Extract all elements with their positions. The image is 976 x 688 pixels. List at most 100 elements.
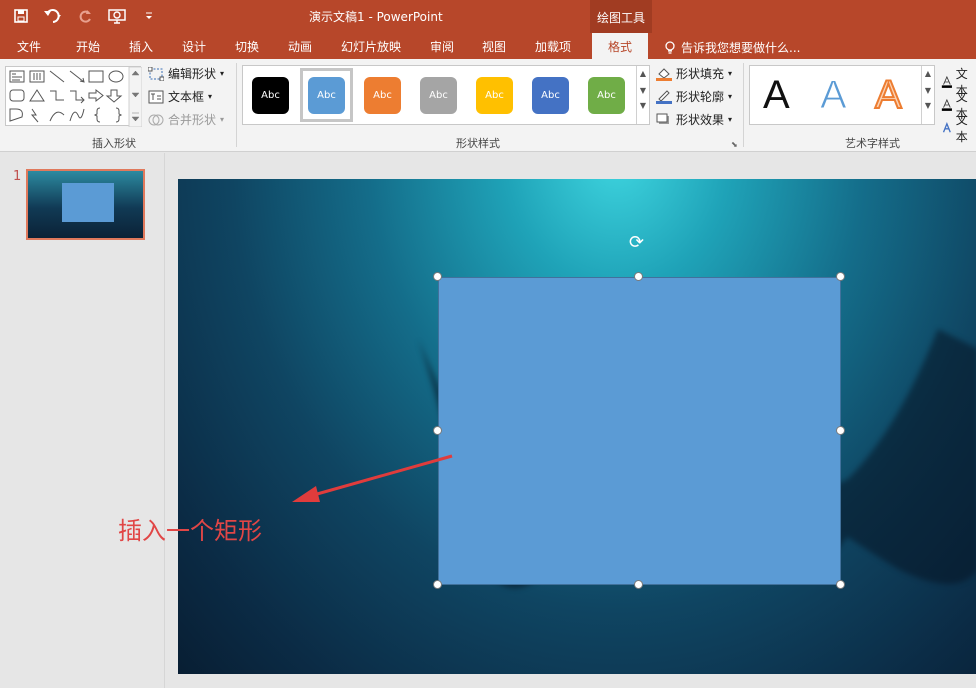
- style-swatch-black[interactable]: Abc: [252, 77, 289, 114]
- text-effects-button[interactable]: 文本: [941, 111, 976, 145]
- tab-slideshow[interactable]: 幻灯片放映: [341, 38, 401, 55]
- swatch-label: Abc: [373, 90, 392, 101]
- wordart-sample-blue[interactable]: A: [820, 71, 848, 119]
- quick-access-toolbar: [10, 5, 160, 27]
- scroll-up-icon[interactable]: ▲: [922, 69, 934, 78]
- shapes-gallery[interactable]: [5, 66, 142, 127]
- effects-icon: [656, 113, 669, 124]
- tab-home[interactable]: 开始: [76, 38, 100, 55]
- group-label-insert-shapes: 插入形状: [92, 137, 136, 150]
- merge-shapes-button[interactable]: 合并形状 ▾: [148, 111, 224, 128]
- pen-icon: [656, 89, 672, 104]
- styles-scroll[interactable]: ▲ ▼ ▼: [636, 66, 649, 124]
- title-bar: 演示文稿1 - PowerPoint 绘图工具: [0, 0, 976, 33]
- slide-thumbnail-pane: 1: [0, 153, 165, 688]
- style-swatch-gold[interactable]: Abc: [476, 77, 513, 114]
- group-divider: [743, 63, 744, 147]
- slide-number: 1: [13, 169, 22, 184]
- style-swatch-orange[interactable]: Abc: [364, 77, 401, 114]
- merge-shapes-label: 合并形状: [168, 113, 217, 127]
- tab-design[interactable]: 设计: [182, 38, 206, 55]
- tab-animations[interactable]: 动画: [288, 38, 312, 55]
- lightbulb-icon: [665, 40, 675, 54]
- tab-addins[interactable]: 加载项: [535, 38, 571, 55]
- resize-handle-bottom[interactable]: [634, 580, 643, 589]
- ribbon-tabs: 文件 开始 插入 设计 切换 动画 幻灯片放映 审阅 视图 加载项 格式 告诉我…: [0, 33, 976, 59]
- scroll-down-icon[interactable]: ▼: [922, 86, 934, 95]
- wordart-sample-black[interactable]: A: [763, 71, 790, 119]
- shape-styles-gallery[interactable]: Abc Abc Abc Abc Abc Abc Abc ▲ ▼ ▼: [242, 65, 650, 125]
- text-effects-icon: [942, 121, 951, 133]
- shape-effects-button[interactable]: 形状效果 ▾: [656, 111, 732, 128]
- resize-handle-bottom-left[interactable]: [433, 580, 442, 589]
- wordart-gallery[interactable]: A A A ▲ ▼ ▼: [749, 65, 935, 125]
- style-swatch-green[interactable]: Abc: [588, 77, 625, 114]
- swatch-label: Abc: [485, 90, 504, 101]
- shape-outline-button[interactable]: 形状轮廓 ▾: [656, 88, 732, 105]
- rotate-handle-icon[interactable]: ⟳: [629, 233, 649, 253]
- annotation-text: 插入一个矩形: [118, 517, 262, 545]
- text-box-icon: [148, 90, 164, 103]
- shape-outline-label: 形状轮廓: [676, 90, 725, 104]
- shape-icons: [9, 67, 142, 127]
- tab-view[interactable]: 视图: [482, 38, 506, 55]
- tab-transitions[interactable]: 切换: [235, 38, 259, 55]
- group-divider: [236, 63, 237, 147]
- redo-icon[interactable]: [74, 5, 96, 27]
- scroll-down-icon[interactable]: ▼: [637, 86, 649, 95]
- expand-gallery-icon[interactable]: ▼: [637, 101, 649, 110]
- undo-icon[interactable]: [42, 5, 64, 27]
- shape-effects-label: 形状效果: [676, 113, 725, 127]
- paint-bucket-icon: [656, 67, 672, 81]
- contextual-tab-group: 绘图工具: [590, 0, 652, 33]
- text-fill-icon: [941, 75, 952, 88]
- dialog-launcher-icon[interactable]: ⬊: [731, 140, 738, 149]
- window-title: 演示文稿1 - PowerPoint: [309, 10, 443, 24]
- resize-handle-top-right[interactable]: [836, 272, 845, 281]
- text-box-label: 文本框: [168, 90, 205, 104]
- rectangle-shape[interactable]: [438, 277, 841, 585]
- swatch-label: Abc: [261, 90, 280, 101]
- scroll-up-icon[interactable]: ▲: [637, 69, 649, 78]
- wordart-scroll[interactable]: ▲ ▼ ▼: [921, 66, 934, 124]
- swatch-label: Abc: [597, 90, 616, 101]
- text-box-button[interactable]: 文本框 ▾: [148, 88, 212, 105]
- expand-gallery-icon[interactable]: ▼: [922, 101, 934, 110]
- merge-shapes-icon: [148, 114, 164, 125]
- style-swatch-dark-blue[interactable]: Abc: [532, 77, 569, 114]
- tab-file[interactable]: 文件: [17, 38, 41, 55]
- shape-fill-button[interactable]: 形状填充 ▾: [656, 65, 732, 82]
- swatch-label: Abc: [541, 90, 560, 101]
- text-outline-icon: [941, 98, 952, 111]
- save-icon[interactable]: [10, 5, 32, 27]
- resize-handle-top[interactable]: [634, 272, 643, 281]
- group-label-wordart: 艺术字样式: [845, 137, 900, 150]
- group-label-shape-styles: 形状样式: [456, 137, 500, 150]
- tab-format[interactable]: 格式: [592, 33, 649, 59]
- tell-me-text: 告诉我您想要做什么...: [681, 41, 801, 55]
- annotation-arrow: [292, 454, 453, 502]
- customize-icon[interactable]: [138, 5, 160, 27]
- present-icon[interactable]: [106, 5, 128, 27]
- thumbnail-rectangle: [62, 183, 114, 222]
- slide-thumbnail[interactable]: [26, 169, 145, 240]
- slide-canvas[interactable]: ⟳: [178, 179, 976, 674]
- tab-review[interactable]: 审阅: [430, 38, 454, 55]
- swatch-label: Abc: [429, 90, 448, 101]
- resize-handle-top-left[interactable]: [433, 272, 442, 281]
- style-swatch-gray[interactable]: Abc: [420, 77, 457, 114]
- tell-me-box[interactable]: 告诉我您想要做什么...: [664, 39, 800, 56]
- edit-shape-button[interactable]: 编辑形状 ▾: [148, 65, 224, 82]
- swatch-label: Abc: [317, 90, 336, 101]
- ribbon: 编辑形状 ▾ 文本框 ▾ 合并形状 ▾ 插入形状 Abc Abc Abc Abc Ab…: [0, 59, 976, 152]
- resize-handle-left[interactable]: [433, 426, 442, 435]
- resize-handle-bottom-right[interactable]: [836, 580, 845, 589]
- resize-handle-right[interactable]: [836, 426, 845, 435]
- tab-insert[interactable]: 插入: [129, 38, 153, 55]
- edit-shape-label: 编辑形状: [168, 67, 217, 81]
- text-effects-label: 文本: [955, 113, 968, 144]
- wordart-sample-orange[interactable]: A: [874, 71, 903, 119]
- edit-shape-icon: [148, 66, 164, 81]
- shape-fill-label: 形状填充: [676, 67, 725, 81]
- style-swatch-blue[interactable]: Abc: [308, 77, 345, 114]
